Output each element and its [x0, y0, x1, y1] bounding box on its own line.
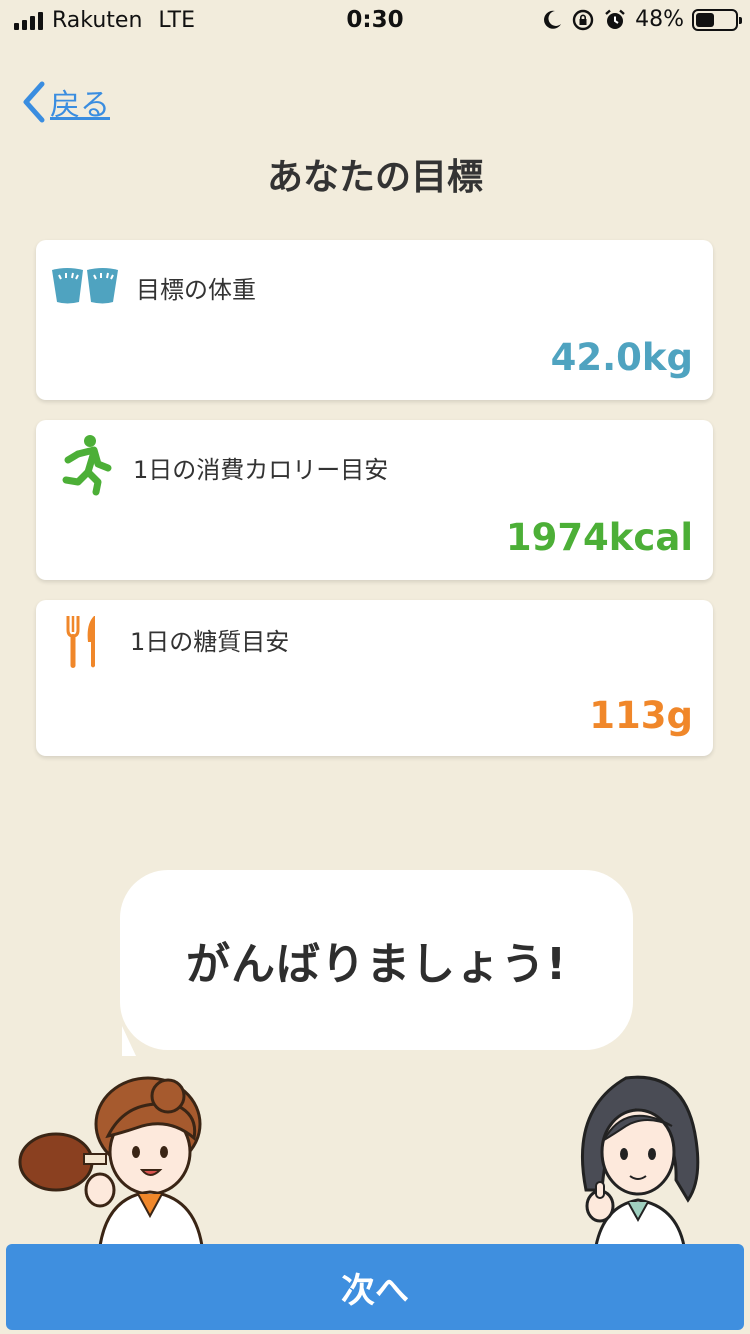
screen: Rakuten LTE 0:30 48% 戻る あなたの目標 目標の体重 42.… [0, 0, 750, 1334]
card-value: 113g [589, 694, 693, 737]
card-label: 1日の消費カロリー目安 [133, 456, 389, 484]
card-value: 42.0kg [550, 336, 693, 379]
scale-icon [52, 268, 118, 304]
daily-calorie-card: 1日の消費カロリー目安 1974kcal [36, 420, 713, 580]
card-label: 目標の体重 [136, 276, 256, 304]
goal-weight-card: 目標の体重 42.0kg [36, 240, 713, 400]
speech-bubble: がんばりましょう! [120, 870, 633, 1056]
status-bar: Rakuten LTE 0:30 48% [0, 0, 750, 40]
encouragement-text: がんばりましょう! [185, 939, 568, 990]
chevron-left-icon [23, 81, 45, 123]
daily-carb-card: 1日の糖質目安 113g [36, 600, 713, 756]
moon-icon [544, 10, 562, 29]
status-right: 48% [541, 7, 742, 32]
battery-percent: 48% [635, 7, 684, 32]
character-left-illustration [18, 1076, 204, 1246]
alarm-icon [605, 9, 625, 29]
page-title: あなたの目標 [266, 157, 483, 198]
card-value: 1974kcal [505, 516, 693, 559]
character-right-illustration [581, 1075, 700, 1246]
battery-icon [692, 8, 742, 31]
fork-knife-icon [66, 616, 95, 668]
next-button[interactable]: 次へ [6, 1244, 744, 1330]
rotation-lock-icon [572, 9, 594, 30]
back-button[interactable]: 戻る [20, 80, 110, 124]
back-label: 戻る [50, 88, 110, 123]
card-label: 1日の糖質目安 [130, 628, 290, 656]
running-icon [62, 435, 112, 496]
